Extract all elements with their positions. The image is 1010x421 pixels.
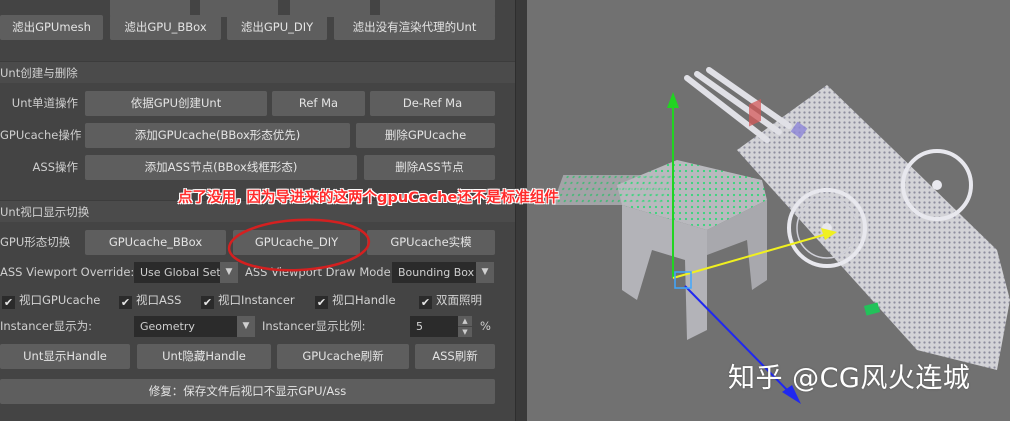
- checkbox-label: 视口GPUcache: [19, 293, 101, 307]
- delete-ass-node-button[interactable]: 删除ASS节点: [364, 155, 495, 180]
- gpucache-bbox-button[interactable]: GPUcache_BBox: [85, 230, 226, 255]
- unt-single-op-label: Unt单道操作: [11, 96, 78, 110]
- add-ass-node-button[interactable]: 添加ASS节点(BBox线框形态): [85, 155, 357, 180]
- spin-up-icon[interactable]: ▲: [458, 316, 472, 326]
- checkmark-icon[interactable]: ✔: [119, 296, 132, 309]
- filter-gpu-mesh-button[interactable]: 滤出GPUmesh: [0, 15, 103, 40]
- chevron-down-icon[interactable]: ▼: [237, 316, 255, 337]
- create-unt-from-gpu-button[interactable]: 依据GPU创建Unt: [85, 91, 267, 116]
- ass-viewport-draw-mode-select[interactable]: Bounding Box: [392, 262, 476, 283]
- filter-gpu-diy-button[interactable]: 滤出GPU_DIY: [227, 15, 327, 40]
- unt-hide-handle-button[interactable]: Unt隐藏Handle: [137, 344, 271, 369]
- section-unt-create-delete[interactable]: Unt创建与删除: [0, 61, 515, 83]
- tool-panel: 滤出GPUmesh 滤出GPU_BBox 滤出GPU_DIY 滤出没有渲染代理的…: [0, 0, 515, 421]
- checkbox-viewport-ass[interactable]: ✔ 视口ASS: [119, 291, 181, 309]
- add-gpucache-button[interactable]: 添加GPUcache(BBox形态优先): [85, 123, 350, 148]
- checkbox-label: 视口ASS: [136, 293, 182, 307]
- gpucache-refresh-button[interactable]: GPUcache刷新: [277, 344, 409, 369]
- gpu-mode-label: GPU形态切换: [0, 235, 71, 249]
- instancer-display-select[interactable]: Geometry: [134, 316, 237, 337]
- stool-model: [552, 98, 767, 340]
- checkbox-label: 视口Instancer: [218, 293, 295, 307]
- gpucache-real-model-button[interactable]: GPUcache实模: [367, 230, 495, 255]
- watermark: 知乎 @CG风火连城: [728, 363, 971, 394]
- ass-viewport-override-label: ASS Viewport Override:: [0, 265, 135, 279]
- chevron-down-icon[interactable]: ▼: [476, 262, 494, 283]
- checkbox-viewport-instancer[interactable]: ✔ 视口Instancer: [201, 291, 295, 309]
- ref-ma-button[interactable]: Ref Ma: [272, 91, 365, 116]
- checkmark-icon[interactable]: ✔: [2, 296, 15, 309]
- fix-viewport-button[interactable]: 修复：保存文件后视口不显示GPU/Ass: [0, 379, 495, 404]
- filter-no-proxy-unt-button[interactable]: 滤出没有渲染代理的Unt: [334, 15, 495, 40]
- de-ref-ma-button[interactable]: De-Ref Ma: [370, 91, 495, 116]
- percent-unit: %: [480, 319, 491, 333]
- checkmark-icon[interactable]: ✔: [315, 296, 328, 309]
- gpucache-op-label: GPUcache操作: [0, 128, 82, 142]
- checkbox-double-sided-lighting[interactable]: ✔ 双面照明: [419, 291, 482, 309]
- checkmark-icon[interactable]: ✔: [419, 296, 432, 309]
- checkbox-label: 视口Handle: [332, 293, 396, 307]
- unt-show-handle-button[interactable]: Unt显示Handle: [0, 344, 130, 369]
- checkbox-viewport-gpucache[interactable]: ✔ 视口GPUcache: [2, 291, 100, 309]
- panel-scrollbar[interactable]: [515, 0, 527, 421]
- spin-down-icon[interactable]: ▼: [458, 327, 472, 337]
- checkbox-viewport-handle[interactable]: ✔ 视口Handle: [315, 291, 396, 309]
- filter-gpu-bbox-button[interactable]: 滤出GPU_BBox: [110, 15, 221, 40]
- ass-refresh-button[interactable]: ASS刷新: [415, 344, 495, 369]
- annotation-text: 点了没用, 因为导进来的这两个gpuCache还不是标准组件: [178, 190, 559, 206]
- instancer-ratio-input[interactable]: 5: [410, 316, 458, 337]
- checkmark-icon[interactable]: ✔: [201, 296, 214, 309]
- ass-op-label: ASS操作: [32, 160, 78, 174]
- instancer-display-label: Instancer显示为:: [0, 319, 93, 333]
- ass-viewport-override-select[interactable]: Use Global Sett: [134, 262, 220, 283]
- instancer-ratio-label: Instancer显示比例:: [262, 319, 366, 333]
- checkbox-label: 双面照明: [436, 293, 482, 307]
- annotation-circle: [227, 218, 371, 272]
- delete-gpucache-button[interactable]: 删除GPUcache: [356, 123, 495, 148]
